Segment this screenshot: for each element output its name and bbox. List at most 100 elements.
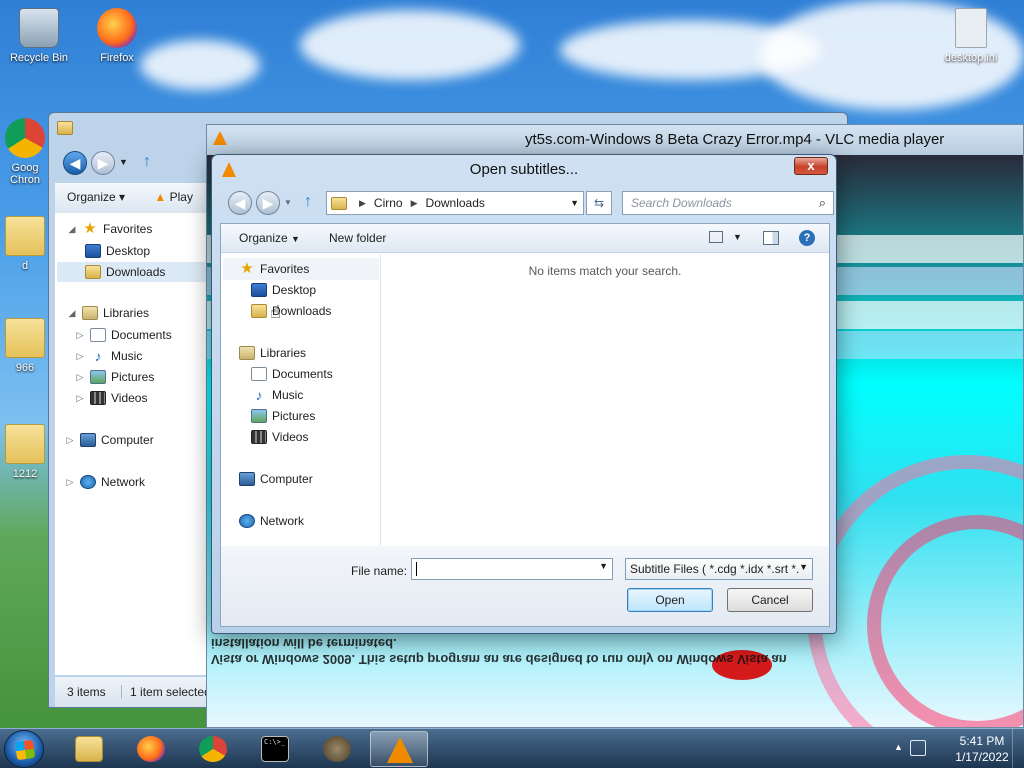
desktop-icon-folder-966[interactable]: 966 (2, 318, 48, 374)
library-icon (82, 306, 98, 320)
desktop-icon-label: desktop.ini (944, 52, 998, 64)
preview-pane-icon[interactable] (763, 231, 779, 245)
dialog-title: Open subtitles... (469, 161, 579, 178)
nav-item-pictures[interactable]: ▷ Pictures (75, 367, 154, 387)
close-button[interactable]: x (794, 157, 828, 175)
breadcrumb-separator-icon[interactable]: ▶ (359, 198, 366, 209)
play-button[interactable]: ▲ Play (154, 190, 193, 204)
nav-item-desktop[interactable]: Desktop (251, 280, 316, 300)
organize-button[interactable]: Organize ▾ (67, 190, 125, 204)
library-icon (239, 346, 255, 360)
nav-item-computer[interactable]: Computer (239, 469, 313, 489)
dialog-footer: File name: ▼ Subtitle Files ( *.cdg *.id… (221, 546, 829, 626)
nav-item-libraries[interactable]: ◢ Libraries (67, 303, 149, 323)
change-view-icon[interactable] (709, 231, 723, 243)
open-subtitles-dialog[interactable]: Open subtitles... x ◀ ▶ ▼ ↑ ▶ Cirno ▶ Do… (211, 154, 837, 634)
organize-button[interactable]: Organize ▼ (239, 231, 300, 245)
computer-icon (239, 472, 255, 486)
network-status-icon[interactable] (910, 740, 926, 756)
desktop-icon-label: Goog Chron (10, 162, 40, 186)
videos-icon (90, 391, 106, 405)
forward-button[interactable]: ▶ (91, 151, 115, 175)
command-prompt-icon: C:\>_ (261, 736, 289, 762)
chevron-down-icon[interactable]: ▼ (570, 198, 579, 208)
desktop-icon-label: 1212 (12, 468, 38, 480)
nav-item-libraries[interactable]: Libraries (239, 343, 306, 363)
taskbar-chrome[interactable] (184, 731, 242, 767)
show-desktop-button[interactable] (1012, 729, 1024, 768)
refresh-button[interactable]: ⇆ (586, 191, 612, 215)
taskbar-explorer[interactable] (60, 731, 118, 767)
chevron-down-icon[interactable]: ▼ (119, 157, 128, 167)
search-input[interactable]: Search Downloads ⌕ (622, 191, 834, 215)
forward-button[interactable]: ▶ (256, 191, 280, 215)
music-icon: ♪ (255, 387, 263, 403)
nav-item-videos[interactable]: ▷ Videos (75, 388, 147, 408)
nav-item-desktop[interactable]: Desktop (85, 241, 150, 261)
item-count: 3 items (67, 685, 106, 699)
help-icon[interactable]: ? (799, 230, 815, 246)
open-button[interactable]: Open (627, 588, 713, 612)
nav-item-computer[interactable]: ▷ Computer (65, 430, 154, 450)
nav-item-videos[interactable]: Videos (251, 427, 308, 447)
music-icon: ♪ (94, 348, 102, 364)
taskbar-vlc[interactable] (370, 731, 428, 767)
empty-folder-message: No items match your search. (528, 264, 682, 278)
vlc-icon (213, 131, 227, 145)
taskbar-firefox[interactable] (122, 731, 180, 767)
breadcrumb-downloads[interactable]: Downloads (426, 196, 485, 210)
search-icon[interactable]: ⌕ (819, 195, 826, 211)
expander-icon: ◢ (68, 308, 76, 318)
nav-item-downloads[interactable]: Downloads (251, 301, 331, 321)
nav-item-favorites[interactable]: ★ Favorites (239, 259, 309, 279)
vlc-title: yt5s.com-Windows 8 Beta Crazy Error.mp4 … (525, 131, 945, 148)
address-bar[interactable]: ▶ Cirno ▶ Downloads ▼ (326, 191, 584, 215)
chevron-down-icon[interactable]: ▼ (733, 232, 742, 242)
desktop-icon-firefox[interactable]: Firefox (82, 8, 152, 64)
videos-icon (251, 430, 267, 444)
show-hidden-icons-icon[interactable]: ▲ (894, 742, 903, 752)
desktop-icon-desktop-ini[interactable]: desktop.ini (936, 8, 1006, 64)
nav-item-network[interactable]: ▷ Network (65, 472, 145, 492)
new-folder-button[interactable]: New folder (329, 231, 386, 245)
nav-item-favorites[interactable]: ◢ ★ Favorites (67, 219, 153, 239)
up-arrow-icon[interactable]: ↑ (304, 193, 312, 211)
nav-item-network[interactable]: Network (239, 511, 304, 531)
desktop-icon-label: d (21, 260, 29, 272)
network-icon (80, 475, 96, 489)
file-type-select[interactable]: Subtitle Files ( *.cdg *.idx *.srt *. ▼ (625, 558, 813, 580)
expander-icon: ▷ (76, 372, 84, 382)
chrome-icon (5, 118, 45, 158)
breadcrumb-cirno[interactable]: Cirno (374, 196, 403, 210)
desktop-icon-recycle-bin[interactable]: Recycle Bin (4, 8, 74, 64)
file-name-input[interactable]: ▼ (411, 558, 613, 580)
nav-item-music[interactable]: ♪ Music (251, 385, 304, 405)
firefox-icon (137, 736, 165, 762)
desktop-icon-chrome[interactable]: Goog Chron (2, 118, 48, 186)
nav-item-music[interactable]: ▷ ♪ Music (75, 346, 143, 366)
chevron-down-icon[interactable]: ▼ (284, 198, 292, 207)
taskbar-gimp[interactable] (308, 731, 366, 767)
clock[interactable]: 5:41 PM 1/17/2022 (942, 733, 1022, 765)
video-caption: Vista or Windows 2009. This setup progra… (211, 636, 787, 667)
explorer-icon (75, 736, 103, 762)
up-arrow-icon[interactable]: ↑ (143, 153, 151, 171)
chevron-down-icon[interactable]: ▼ (799, 562, 808, 572)
back-button[interactable]: ◀ (228, 191, 252, 215)
system-tray: ▲ 5:41 PM 1/17/2022 (884, 729, 1024, 768)
start-button[interactable] (4, 730, 44, 768)
documents-icon (251, 367, 267, 381)
desktop-icon-folder-1212[interactable]: 1212 (2, 424, 48, 480)
nav-item-pictures[interactable]: Pictures (251, 406, 315, 426)
cancel-button[interactable]: Cancel (727, 588, 813, 612)
desktop-icon-folder-d[interactable]: d (2, 216, 48, 272)
breadcrumb-separator-icon[interactable]: ▶ (411, 198, 418, 209)
chevron-down-icon[interactable]: ▼ (599, 561, 608, 571)
expander-icon: ▷ (66, 435, 74, 445)
folder-icon (5, 318, 45, 358)
pictures-icon (90, 370, 106, 384)
nav-item-documents[interactable]: Documents (251, 364, 333, 384)
nav-item-documents[interactable]: ▷ Documents (75, 325, 172, 345)
back-button[interactable]: ◀ (63, 151, 87, 175)
taskbar-command-prompt[interactable]: C:\>_ (246, 731, 304, 767)
